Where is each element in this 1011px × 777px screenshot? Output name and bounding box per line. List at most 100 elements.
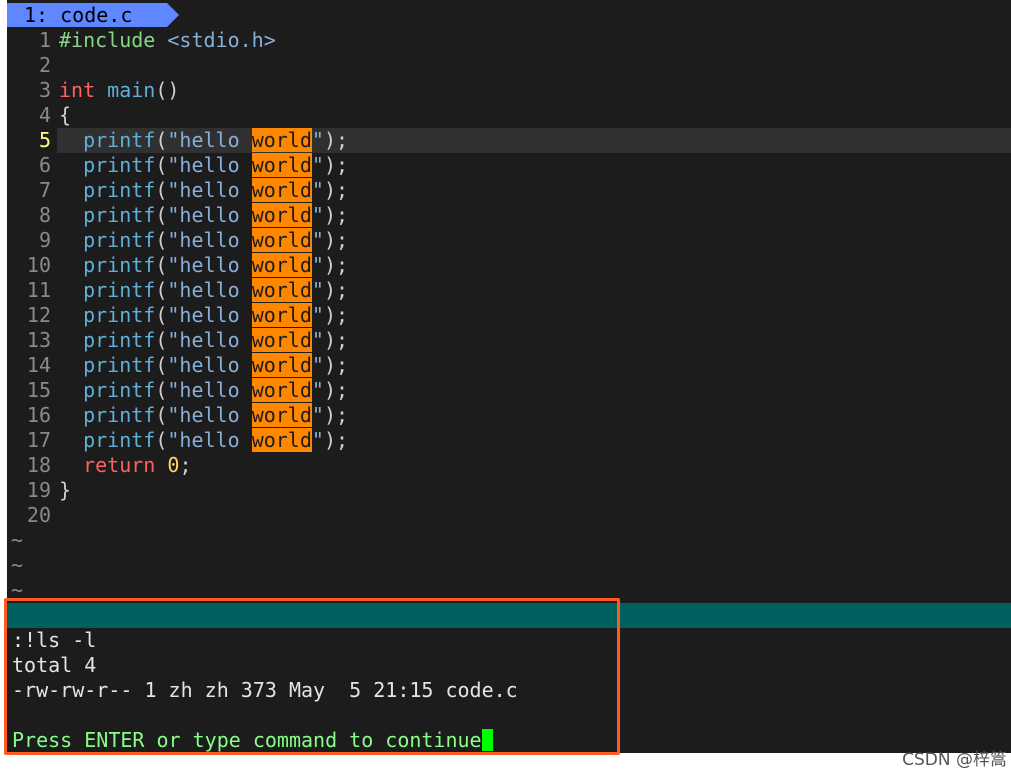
code-token: ); xyxy=(323,203,349,227)
code-token: ); xyxy=(323,253,349,277)
code-token: int xyxy=(59,78,96,102)
tabline: 1: code.c xyxy=(7,3,183,27)
code-line[interactable]: 11 printf("hello world"); xyxy=(7,278,348,303)
code-token: " xyxy=(311,178,324,202)
code-line[interactable]: 20 xyxy=(7,503,59,528)
code-line[interactable]: 9 printf("hello world"); xyxy=(7,228,348,253)
search-match: world xyxy=(251,353,312,377)
code-token: ( xyxy=(155,428,168,452)
line-number: 15 xyxy=(26,378,51,402)
tilde-marker: ~ xyxy=(11,528,24,552)
code-token: ); xyxy=(323,378,349,402)
code-token: printf xyxy=(83,303,156,327)
code-token: ( xyxy=(155,128,168,152)
search-match: world xyxy=(251,128,312,152)
code-line[interactable]: 12 printf("hello world"); xyxy=(7,303,348,328)
code-line[interactable]: 5 printf("hello world"); xyxy=(7,128,348,153)
code-token: " xyxy=(311,128,324,152)
code-line[interactable]: 18 return 0; xyxy=(7,453,192,478)
code-token: ); xyxy=(323,328,349,352)
line-number: 10 xyxy=(26,253,51,277)
code-token: { xyxy=(59,103,72,127)
search-match: world xyxy=(251,203,312,227)
code-token: "hello xyxy=(167,153,252,177)
annotation-highlight-box xyxy=(4,598,620,755)
code-token: main xyxy=(107,78,156,102)
code-token: "hello xyxy=(167,228,252,252)
code-token: "hello xyxy=(167,328,252,352)
line-number: 2 xyxy=(38,53,51,77)
tab-arrow-icon xyxy=(167,3,179,27)
line-number: 20 xyxy=(26,503,51,527)
code-line[interactable]: 10 printf("hello world"); xyxy=(7,253,348,278)
code-token: ( xyxy=(155,328,168,352)
code-token: printf xyxy=(83,278,156,302)
code-token: return xyxy=(83,453,156,477)
code-token: printf xyxy=(83,328,156,352)
code-token: "hello xyxy=(167,428,252,452)
code-token: ( xyxy=(155,178,168,202)
code-line[interactable]: 7 printf("hello world"); xyxy=(7,178,348,203)
code-token: " xyxy=(311,303,324,327)
code-token: "hello xyxy=(167,353,252,377)
code-line[interactable]: 6 printf("hello world"); xyxy=(7,153,348,178)
line-number: 9 xyxy=(38,228,51,252)
code-token: printf xyxy=(83,178,156,202)
code-token: " xyxy=(311,278,324,302)
code-token: ); xyxy=(323,278,349,302)
code-line[interactable]: 15 printf("hello world"); xyxy=(7,378,348,403)
tab-code-c[interactable]: 1: code.c xyxy=(7,3,167,27)
code-token: ); xyxy=(323,403,349,427)
code-token: #include xyxy=(59,28,168,52)
search-match: world xyxy=(251,278,312,302)
code-token: " xyxy=(311,228,324,252)
code-token: " xyxy=(311,353,324,377)
code-line[interactable]: 17 printf("hello world"); xyxy=(7,428,348,453)
code-line[interactable]: 14 printf("hello world"); xyxy=(7,353,348,378)
code-token: printf xyxy=(83,128,156,152)
code-token: <stdio.h> xyxy=(167,28,276,52)
code-line[interactable]: 2 xyxy=(7,53,59,78)
code-token: printf xyxy=(83,253,156,277)
line-number: 5 xyxy=(38,128,51,152)
code-token: ); xyxy=(323,128,349,152)
search-match: world xyxy=(251,328,312,352)
search-match: world xyxy=(251,228,312,252)
code-token: ( xyxy=(155,153,168,177)
code-token: "hello xyxy=(167,178,252,202)
code-line[interactable]: 13 printf("hello world"); xyxy=(7,328,348,353)
code-token: ( xyxy=(155,403,168,427)
search-match: world xyxy=(251,303,312,327)
code-token: 0 xyxy=(167,453,180,477)
code-token: " xyxy=(311,253,324,277)
code-line[interactable]: 19} xyxy=(7,478,71,503)
code-token: ); xyxy=(323,228,349,252)
code-line[interactable]: 8 printf("hello world"); xyxy=(7,203,348,228)
code-token: "hello xyxy=(167,128,252,152)
code-token: "hello xyxy=(167,403,252,427)
code-token: ); xyxy=(323,178,349,202)
code-line[interactable]: 3 int main() xyxy=(7,78,179,103)
code-line[interactable]: 1 #include <stdio.h> xyxy=(7,28,276,53)
code-line[interactable]: 16 printf("hello world"); xyxy=(7,403,348,428)
code-token: ); xyxy=(323,303,349,327)
line-number: 17 xyxy=(26,428,51,452)
search-match: world xyxy=(251,428,312,452)
search-match: world xyxy=(251,378,312,402)
line-number: 6 xyxy=(38,153,51,177)
code-line[interactable]: 4{ xyxy=(7,103,71,128)
code-token: "hello xyxy=(167,378,252,402)
